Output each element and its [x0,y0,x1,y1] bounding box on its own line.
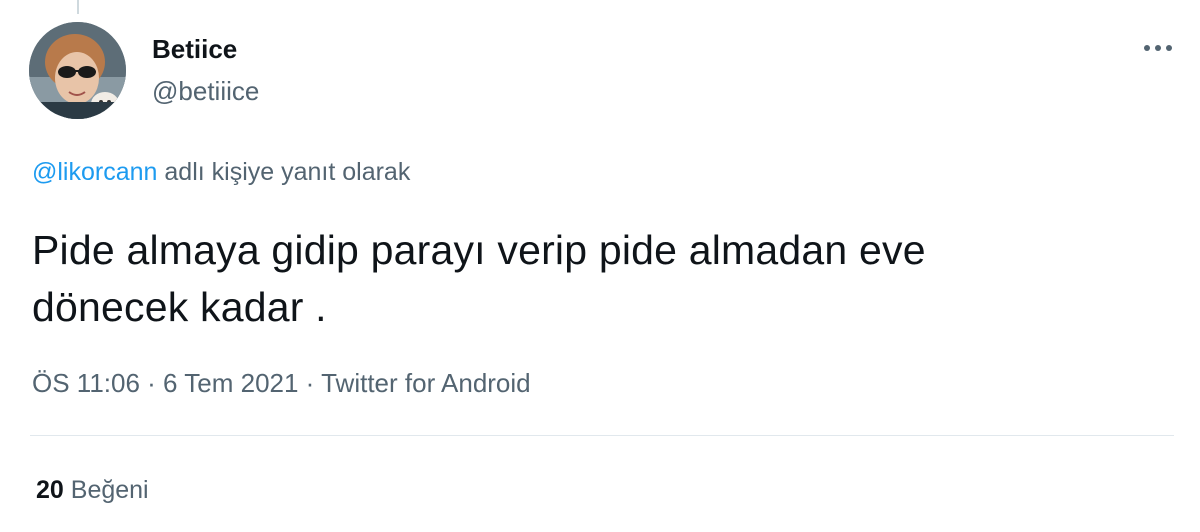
tweet-text: Pide almaya gidip parayı verip pide alma… [32,222,1152,336]
more-options-button[interactable] [1138,34,1178,62]
avatar[interactable] [29,22,126,119]
tweet-text-line: dönecek kadar . [32,284,327,330]
more-horizontal-icon [1144,45,1172,51]
reply-mention-link[interactable]: @likorcann [32,158,157,186]
likes-count: 20 [36,476,64,504]
profile-photo-icon [29,22,126,119]
tweet-date[interactable]: 6 Tem 2021 [163,368,298,398]
tweet-metadata: ÖS 11:06 · 6 Tem 2021 · Twitter for Andr… [32,368,531,399]
tweet-time[interactable]: ÖS 11:06 [32,368,140,398]
meta-separator: · [298,368,322,398]
divider [30,435,1174,436]
user-handle[interactable]: @betiiice [152,76,259,107]
likes-label: Beğeni [70,476,149,504]
thread-connector-line [77,0,79,14]
meta-separator: · [139,368,164,398]
tweet-text-line: Pide almaya gidip parayı verip pide alma… [32,227,926,273]
tweet-source[interactable]: Twitter for Android [321,368,531,398]
likes-link[interactable]: 20 Beğeni [36,476,149,505]
reply-context-label: adlı kişiye yanıt olarak [157,158,411,186]
reply-context: @likorcann adlı kişiye yanıt olarak [32,158,410,187]
display-name[interactable]: Betiice [152,34,237,65]
